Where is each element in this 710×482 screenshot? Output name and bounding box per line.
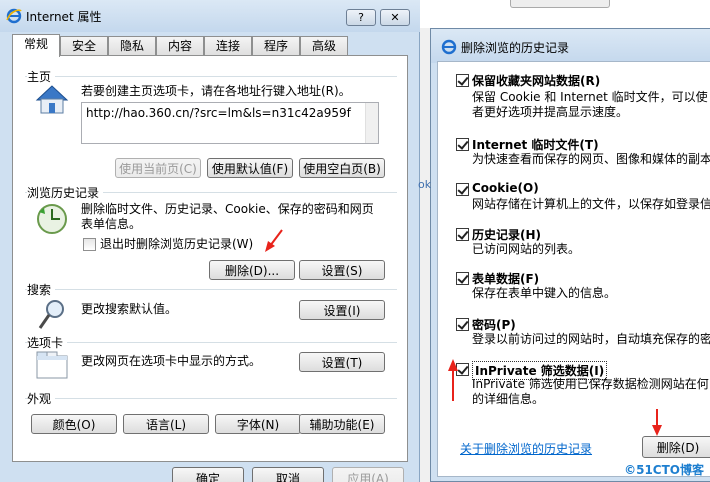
item-description: 登录以前访问过的网站时，自动填充保存的密	[472, 332, 710, 346]
colors-button[interactable]: 颜色(O)	[31, 414, 117, 434]
history-checkbox[interactable]	[456, 228, 469, 241]
home-page-url-text: http://hao.360.cn/?src=lm&ls=n31c42a959f	[86, 106, 351, 120]
item-title: 密码(P)	[472, 318, 516, 332]
tabs-icon	[36, 351, 68, 379]
tabs-settings-button[interactable]: 设置(T)	[299, 352, 385, 372]
watermark: ©51CTO博客	[624, 463, 704, 477]
tab-advanced[interactable]: 高级	[300, 36, 348, 56]
background-text-fragment: ok	[418, 178, 432, 191]
tab-privacy[interactable]: 隐私	[108, 36, 156, 56]
about-delete-history-link[interactable]: 关于删除浏览的历史记录	[460, 440, 592, 457]
use-current-button[interactable]: 使用当前页(C)	[115, 158, 201, 178]
item-description: InPrivate 筛选使用已保存数据检测网站在何	[472, 377, 709, 391]
background-window	[420, 0, 710, 28]
window-title: 删除浏览的历史记录	[461, 41, 570, 55]
search-description: 更改搜索默认值。	[81, 302, 178, 316]
home-page-url-field[interactable]: http://hao.360.cn/?src=lm&ls=n31c42a959f	[81, 102, 379, 144]
tab-programs[interactable]: 程序	[252, 36, 300, 56]
delete-options-panel: 保留收藏夹网站数据(R) 保留 Cookie 和 Internet 临时文件，可…	[437, 61, 710, 477]
item-title: 历史记录(H)	[472, 228, 542, 242]
annotation-arrow	[448, 359, 458, 401]
passwords-checkbox[interactable]	[456, 318, 469, 331]
scrollbar[interactable]	[365, 103, 378, 143]
background-control	[510, 0, 610, 8]
internet-explorer-icon	[6, 8, 22, 24]
preserve-favorites-checkbox[interactable]	[456, 74, 469, 87]
delete-history-button[interactable]: 删除(D)...	[209, 260, 295, 280]
window-title: Internet 属性	[26, 10, 102, 24]
delete-on-exit-label: 退出时删除浏览历史记录(W)	[100, 237, 254, 251]
item-description: 已访问网站的列表。	[472, 242, 581, 256]
item-title: Cookie(O)	[472, 181, 539, 195]
accessibility-button[interactable]: 辅助功能(E)	[299, 414, 385, 434]
item-description: 保存在表单中键入的信息。	[472, 286, 617, 300]
item-title: Internet 临时文件(T)	[472, 138, 599, 152]
title-bar: Internet 属性 ? ✕	[0, 0, 420, 32]
languages-button[interactable]: 语言(L)	[123, 414, 209, 434]
form-data-checkbox[interactable]	[456, 272, 469, 285]
delete-button[interactable]: 删除(D)	[642, 436, 710, 458]
appearance-section-label: 外观	[27, 390, 56, 407]
close-button[interactable]: ✕	[380, 9, 410, 26]
fonts-button[interactable]: 字体(N)	[215, 414, 301, 434]
tabs-description: 更改网页在选项卡中显示的方式。	[81, 354, 262, 368]
tab-general[interactable]: 常规	[12, 34, 60, 57]
cancel-button[interactable]: 取消	[252, 467, 324, 482]
ok-button[interactable]: 确定	[172, 467, 244, 482]
tab-connections[interactable]: 连接	[204, 36, 252, 56]
annotation-arrow	[652, 409, 662, 436]
divider	[25, 289, 397, 290]
internet-explorer-icon	[441, 39, 457, 55]
home-description: 若要创建主页选项卡，请在各地址行键入地址(R)。	[81, 84, 351, 98]
divider	[25, 342, 397, 343]
search-settings-button[interactable]: 设置(I)	[299, 300, 385, 320]
history-clock-icon	[37, 204, 67, 234]
delete-browsing-history-window: 删除浏览的历史记录 保留收藏夹网站数据(R) 保留 Cookie 和 Inter…	[430, 28, 710, 482]
help-button[interactable]: ?	[346, 9, 376, 26]
delete-on-exit-checkbox[interactable]	[83, 238, 96, 251]
item-title: 表单数据(F)	[472, 272, 540, 286]
apply-button[interactable]: 应用(A)	[332, 467, 404, 482]
title-bar: 删除浏览的历史记录	[431, 29, 710, 63]
home-section-label: 主页	[27, 68, 56, 85]
use-blank-button[interactable]: 使用空白页(B)	[299, 158, 385, 178]
item-description: 为快速查看而保存的网页、图像和媒体的副本	[472, 152, 710, 166]
history-settings-button[interactable]: 设置(S)	[299, 260, 385, 280]
item-title: 保留收藏夹网站数据(R)	[472, 74, 601, 88]
home-icon	[35, 85, 69, 114]
tabs-section-label: 选项卡	[27, 334, 68, 351]
internet-options-window: Internet 属性 ? ✕ 常规 安全 隐私 内容 连接 程序 高级 主页 …	[0, 0, 420, 482]
item-description: 的详细信息。	[472, 392, 545, 406]
divider	[25, 76, 397, 77]
history-description-line1: 删除临时文件、历史记录、Cookie、保存的密码和网页	[81, 202, 374, 216]
use-default-button[interactable]: 使用默认值(F)	[207, 158, 293, 178]
divider	[25, 398, 397, 399]
annotation-arrow	[265, 229, 283, 252]
tab-security[interactable]: 安全	[60, 36, 108, 56]
general-tab-panel: 主页 若要创建主页选项卡，请在各地址行键入地址(R)。 http://hao.3…	[12, 55, 408, 462]
history-section-label: 浏览历史记录	[27, 184, 104, 201]
item-description: 者更好选项并提高显示速度。	[472, 105, 629, 119]
search-section-label: 搜索	[27, 281, 56, 298]
cookies-checkbox[interactable]	[456, 183, 469, 196]
item-description: 网站存储在计算机上的文件，以保存如登录信	[472, 197, 710, 211]
item-description: 保留 Cookie 和 Internet 临时文件，可以使	[472, 90, 708, 104]
history-description-line2: 表单信息。	[81, 217, 142, 231]
tab-content[interactable]: 内容	[156, 36, 204, 56]
temp-files-checkbox[interactable]	[456, 138, 469, 151]
search-icon	[38, 300, 64, 329]
